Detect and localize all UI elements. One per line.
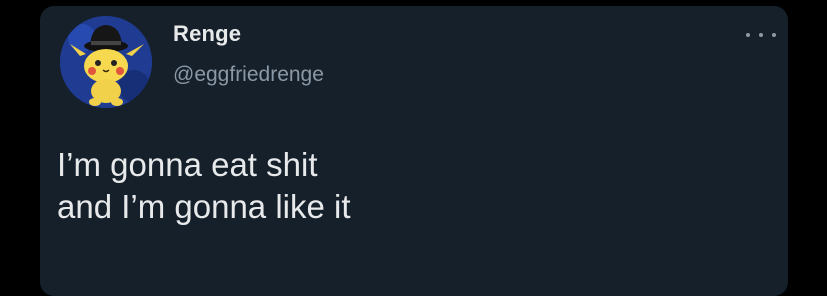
tweet-text-line: I’m gonna eat shit — [57, 146, 318, 183]
display-name[interactable]: Renge — [173, 21, 241, 47]
more-dot — [759, 33, 763, 37]
tweet-text-line: and I’m gonna like it — [57, 188, 351, 225]
more-dot — [746, 33, 750, 37]
user-handle[interactable]: @eggfriedrenge — [173, 63, 324, 87]
avatar[interactable] — [60, 16, 152, 108]
pikachu-avatar-icon — [60, 16, 152, 108]
tweet-card[interactable]: Renge @eggfriedrenge I’m gonna eat shit … — [40, 6, 788, 296]
more-options-icon[interactable] — [746, 28, 776, 42]
tweet-text: I’m gonna eat shit and I’m gonna like it — [57, 144, 351, 228]
more-dot — [772, 33, 776, 37]
